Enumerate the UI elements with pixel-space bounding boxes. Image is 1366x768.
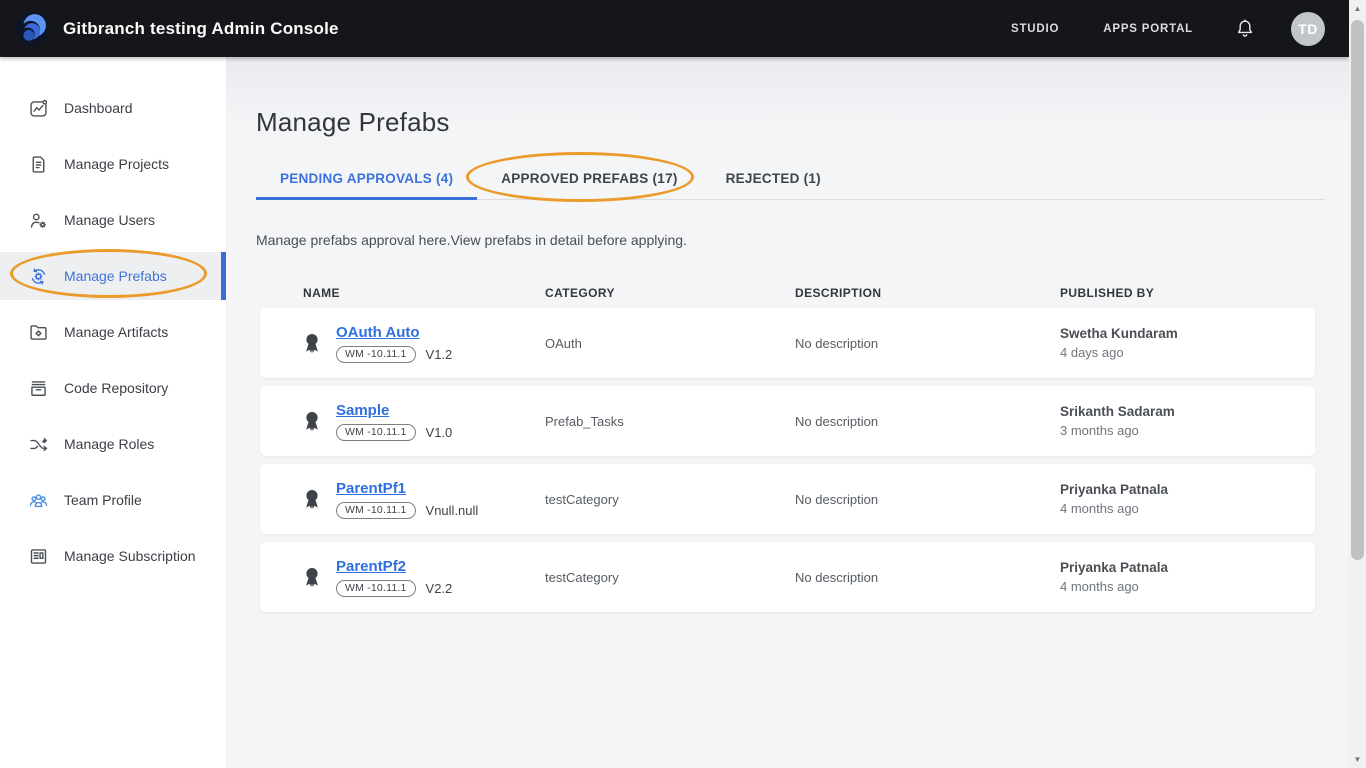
tab-pending-approvals[interactable]: PENDING APPROVALS (4)	[256, 158, 478, 200]
prefab-award-icon	[306, 568, 318, 587]
column-header-description: DESCRIPTION	[795, 286, 882, 300]
prefab-category: Prefab_Tasks	[545, 413, 624, 429]
sidebar-item-manage-users[interactable]: Manage Users	[0, 192, 226, 248]
tab-bar: PENDING APPROVALS (4) APPROVED PREFABS (…	[256, 158, 1325, 200]
tab-rejected[interactable]: REJECTED (1)	[702, 158, 845, 199]
sidebar-item-team-profile[interactable]: Team Profile	[0, 472, 226, 528]
column-header-name: NAME	[303, 286, 340, 300]
sidebar-item-manage-prefabs[interactable]: Manage Prefabs	[0, 252, 226, 300]
scrollbar-up-arrow-icon[interactable]: ▲	[1349, 0, 1366, 17]
sidebar-item-label: Manage Projects	[64, 156, 170, 172]
column-header-category: CATEGORY	[545, 286, 615, 300]
publisher-name: Swetha Kundaram	[1060, 326, 1178, 341]
sidebar-item-label: Manage Users	[64, 212, 156, 228]
publisher-name: Priyanka Patnala	[1060, 560, 1169, 575]
page-description: Manage prefabs approval here.View prefab…	[256, 232, 687, 248]
prefab-name-link[interactable]: ParentPf1	[336, 480, 478, 497]
table-row: ParentPf2 WM -10.11.1 V2.2 testCategory …	[260, 542, 1315, 612]
app-title: Gitbranch testing Admin Console	[63, 18, 339, 38]
sidebar-item-label: Dashboard	[64, 100, 133, 116]
table-row: OAuth Auto WM -10.11.1 V1.2 OAuth No des…	[260, 308, 1315, 378]
sidebar: Dashboard Manage Projects Manage Users M…	[0, 57, 226, 768]
prefabs-table: NAME CATEGORY DESCRIPTION PUBLISHED BY O…	[260, 286, 1315, 612]
prefab-description: No description	[795, 413, 879, 429]
sidebar-item-label: Manage Artifacts	[64, 324, 169, 340]
sidebar-item-manage-projects[interactable]: Manage Projects	[0, 136, 226, 192]
table-row: ParentPf1 WM -10.11.1 Vnull.null testCat…	[260, 464, 1315, 534]
wavemaker-logo-icon	[14, 11, 50, 46]
prefab-category: testCategory	[545, 569, 619, 585]
sidebar-item-manage-roles[interactable]: Manage Roles	[0, 416, 226, 472]
scrollbar-down-arrow-icon[interactable]: ▼	[1349, 751, 1366, 768]
sidebar-item-dashboard[interactable]: Dashboard	[0, 80, 226, 136]
repository-icon	[31, 380, 46, 396]
prefab-name-link[interactable]: ParentPf2	[336, 558, 452, 575]
prefab-description: No description	[795, 569, 879, 585]
team-icon	[29, 493, 48, 507]
subscription-icon	[30, 548, 47, 564]
main-content: Manage Prefabs PENDING APPROVALS (4) APP…	[226, 57, 1349, 768]
prefab-description: No description	[795, 335, 879, 351]
sidebar-item-manage-subscription[interactable]: Manage Subscription	[0, 528, 226, 584]
published-time: 4 months ago	[1060, 579, 1139, 594]
sidebar-item-label: Team Profile	[64, 492, 142, 508]
sidebar-item-label: Manage Roles	[64, 436, 155, 452]
admin-console-app: Gitbranch testing Admin Console STUDIO A…	[0, 0, 1366, 768]
sidebar-item-label: Manage Subscription	[64, 548, 196, 564]
prefab-version: Vnull.null	[425, 502, 479, 518]
prefab-name-link[interactable]: Sample	[336, 402, 452, 419]
prefab-award-icon	[306, 490, 318, 509]
avatar[interactable]: TD	[1291, 11, 1325, 46]
wm-version-badge: WM -10.11.1	[336, 345, 416, 363]
page-title: Manage Prefabs	[256, 107, 450, 137]
roles-icon	[30, 437, 48, 451]
sidebar-item-label: Manage Prefabs	[64, 268, 167, 284]
apps-portal-link[interactable]: APPS PORTAL	[1103, 23, 1193, 35]
wm-version-badge: WM -10.11.1	[336, 501, 416, 519]
sidebar-item-code-repository[interactable]: Code Repository	[0, 360, 226, 416]
studio-link[interactable]: STUDIO	[1011, 23, 1059, 35]
wm-version-badge: WM -10.11.1	[336, 423, 416, 441]
tab-approved-prefabs[interactable]: APPROVED PREFABS (17)	[477, 158, 701, 199]
projects-icon	[32, 155, 45, 173]
prefab-version: V1.0	[425, 424, 453, 440]
prefabs-icon	[31, 268, 46, 284]
bell-icon[interactable]	[1233, 17, 1257, 41]
wm-version-badge: WM -10.11.1	[336, 579, 416, 597]
publisher-name: Priyanka Patnala	[1060, 482, 1169, 497]
column-header-published-by: PUBLISHED BY	[1060, 286, 1155, 300]
table-row: Sample WM -10.11.1 V1.0 Prefab_Tasks No …	[260, 386, 1315, 456]
prefab-category: testCategory	[545, 491, 619, 507]
prefab-description: No description	[795, 491, 879, 507]
publisher-name: Srikanth Sadaram	[1060, 404, 1175, 419]
artifacts-icon	[30, 324, 47, 340]
sidebar-item-manage-artifacts[interactable]: Manage Artifacts	[0, 304, 226, 360]
prefab-award-icon	[306, 412, 318, 431]
scrollbar-thumb[interactable]	[1351, 20, 1364, 560]
browser-scrollbar[interactable]: ▲ ▼	[1349, 0, 1366, 768]
published-time: 3 months ago	[1060, 423, 1139, 438]
users-icon	[30, 213, 46, 228]
published-time: 4 months ago	[1060, 501, 1139, 516]
header-nav: STUDIO APPS PORTAL	[1011, 23, 1193, 35]
dashboard-icon	[30, 99, 48, 117]
published-time: 4 days ago	[1060, 345, 1124, 360]
prefab-category: OAuth	[545, 335, 582, 351]
table-header-row: NAME CATEGORY DESCRIPTION PUBLISHED BY	[260, 286, 1315, 300]
prefab-version: V2.2	[425, 580, 453, 596]
top-header: Gitbranch testing Admin Console STUDIO A…	[0, 0, 1349, 57]
prefab-name-link[interactable]: OAuth Auto	[336, 324, 452, 341]
prefab-version: V1.2	[425, 346, 453, 362]
sidebar-item-label: Code Repository	[64, 380, 169, 396]
prefab-award-icon	[306, 334, 318, 353]
